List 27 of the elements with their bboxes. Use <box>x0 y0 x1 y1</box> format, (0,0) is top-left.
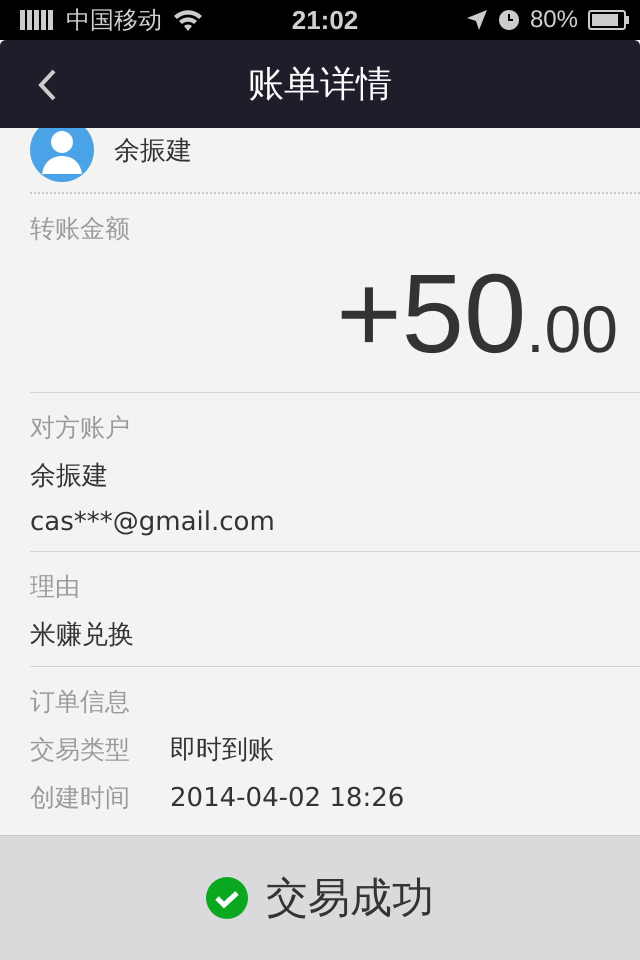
transaction-status: 交易成功 <box>266 872 434 924</box>
order-value: 即时到账 <box>170 734 274 767</box>
account-label: 对方账户 <box>30 412 131 444</box>
account-name: 余振建 <box>30 460 109 493</box>
order-key: 交易类型 <box>30 733 130 766</box>
battery-icon <box>588 10 630 30</box>
amount-label: 转账金额 <box>30 213 131 245</box>
order-value: 2014-04-02 18:26 <box>170 782 404 812</box>
back-icon[interactable] <box>36 68 58 102</box>
payer-name: 余振建 <box>114 134 192 168</box>
page-title: 账单详情 <box>248 62 392 106</box>
amount-integer: +50 <box>336 250 526 378</box>
order-key: 创建时间 <box>30 781 130 814</box>
status-time: 21:02 <box>292 4 358 36</box>
amount-decimal: .00 <box>526 291 618 367</box>
battery-percent: 80% <box>530 6 578 34</box>
reason-text: 米赚兑换 <box>30 619 135 652</box>
account-email: cas***@gmail.com <box>30 507 276 537</box>
clock-icon <box>498 9 520 31</box>
reason-label: 理由 <box>30 571 81 603</box>
check-icon <box>206 877 248 919</box>
location-arrow-icon <box>466 9 488 31</box>
signal-icon <box>20 10 56 30</box>
avatar-icon <box>30 128 94 182</box>
carrier-name: 中国移动 <box>66 6 162 36</box>
wifi-icon <box>172 8 204 32</box>
order-label: 订单信息 <box>30 686 131 718</box>
